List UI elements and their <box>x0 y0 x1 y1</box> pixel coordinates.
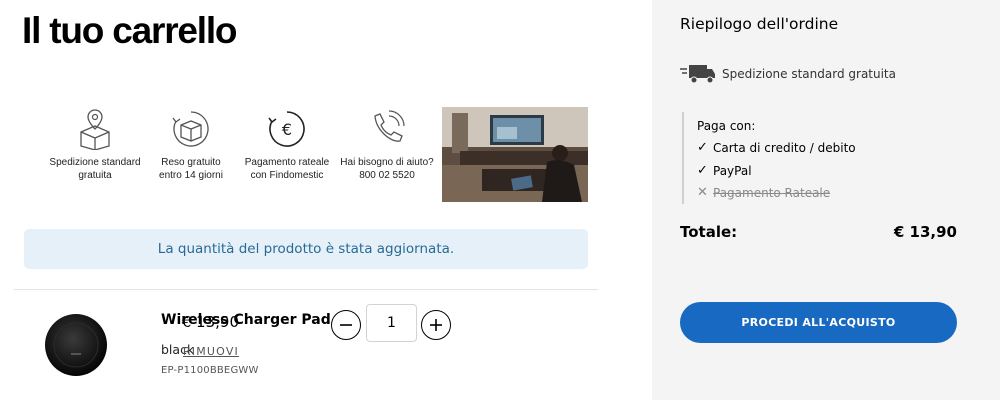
free-shipping-info: Spedizione standard gratuita <box>680 62 896 86</box>
benefit-help: Hai bisogno di aiuto? 800 02 5520 <box>334 104 440 182</box>
payment-method-installments: ✕ Pagamento Rateale <box>697 185 831 200</box>
minus-icon <box>340 324 352 326</box>
benefit-installments: € Pagamento rateale con Findomestic <box>234 104 340 182</box>
total-value: € 13,90 <box>893 223 957 241</box>
check-icon: ✓ <box>697 163 708 178</box>
remove-item-link[interactable]: RIMUOVI <box>183 345 239 358</box>
total-label: Totale: <box>680 223 738 241</box>
truck-icon <box>680 65 715 84</box>
line-item-price: € 13,90 <box>181 313 239 331</box>
page-title: Il tuo carrello <box>22 10 238 51</box>
benefit-label: Hai bisogno di aiuto? 800 02 5520 <box>340 157 434 181</box>
check-icon: ✓ <box>697 140 708 155</box>
phone-icon <box>374 110 405 142</box>
increase-quantity-button[interactable] <box>421 310 451 340</box>
cart-main: Il tuo carrello Spedizione standard grat… <box>0 0 652 400</box>
box-pin-icon <box>80 109 110 150</box>
notice-text: La quantità del prodotto è stata aggiorn… <box>157 241 455 257</box>
benefit-free-return: Reso gratuito entro 14 giorni <box>138 104 244 182</box>
payment-methods: Paga con: ✓ Carta di credito / debito ✓ … <box>682 112 962 204</box>
euro-cycle-icon: € <box>268 111 305 147</box>
plus-icon <box>430 319 442 331</box>
product-sku: EP-P1100BBEGWW <box>161 365 259 376</box>
summary-title: Riepilogo dell'ordine <box>680 15 839 33</box>
quantity-updated-notice: La quantità del prodotto è stata aggiorn… <box>24 229 588 269</box>
product-image <box>44 313 108 377</box>
benefit-label: Spedizione standard gratuita <box>49 157 141 181</box>
benefit-free-shipping: Spedizione standard gratuita <box>42 104 148 182</box>
order-summary-panel: Riepilogo dell'ordine Spedizione standar… <box>652 0 1000 400</box>
checkout-button[interactable]: PROCEDI ALL'ACQUISTO <box>680 302 957 343</box>
promo-lifestyle-image <box>442 107 588 202</box>
box-return-icon <box>172 111 209 147</box>
benefit-label: Reso gratuito entro 14 giorni <box>159 157 223 181</box>
divider <box>14 289 598 290</box>
cross-icon: ✕ <box>697 185 708 200</box>
svg-text:€: € <box>282 120 292 139</box>
payment-method-paypal: ✓ PayPal <box>697 163 752 178</box>
payment-label: Paga con: <box>697 119 756 133</box>
shipping-text: Spedizione standard gratuita <box>722 67 896 81</box>
decrease-quantity-button[interactable] <box>331 310 361 340</box>
benefit-label: Pagamento rateale con Findomestic <box>244 157 330 181</box>
payment-method-card: ✓ Carta di credito / debito <box>697 140 856 155</box>
quantity-input[interactable] <box>366 304 417 342</box>
